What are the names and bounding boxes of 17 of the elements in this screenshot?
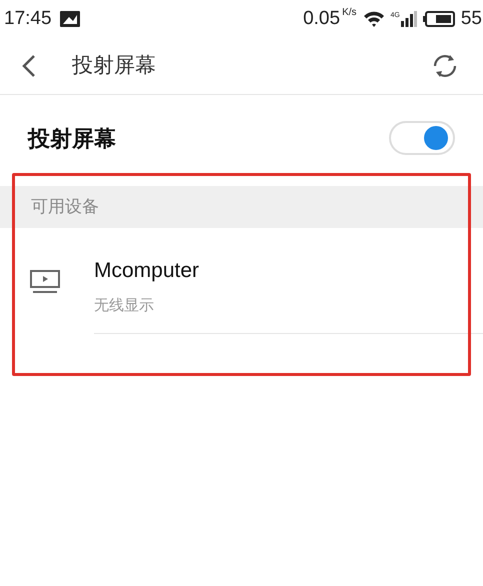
battery-level: 55 [460, 6, 482, 31]
clock: 17:45 [4, 6, 52, 31]
signal-icon [400, 11, 417, 27]
cast-label: 投射屏幕 [28, 124, 116, 152]
wifi-icon [362, 10, 385, 28]
section-header: 可用设备 [31, 196, 99, 218]
speed-unit: K/s [342, 6, 357, 20]
device-status: 无线显示 [94, 296, 155, 316]
cast-switch[interactable] [389, 121, 455, 155]
page-title: 投射屏幕 [72, 53, 156, 80]
back-icon [22, 54, 36, 78]
device-name: Mcomputer [94, 258, 200, 284]
picture-notification-icon [60, 11, 80, 27]
monitor-icon [30, 270, 60, 294]
device-item[interactable]: Mcomputer 无线显示 [0, 228, 483, 334]
network-speed: 0.05 [303, 6, 340, 31]
battery-icon [422, 11, 455, 27]
